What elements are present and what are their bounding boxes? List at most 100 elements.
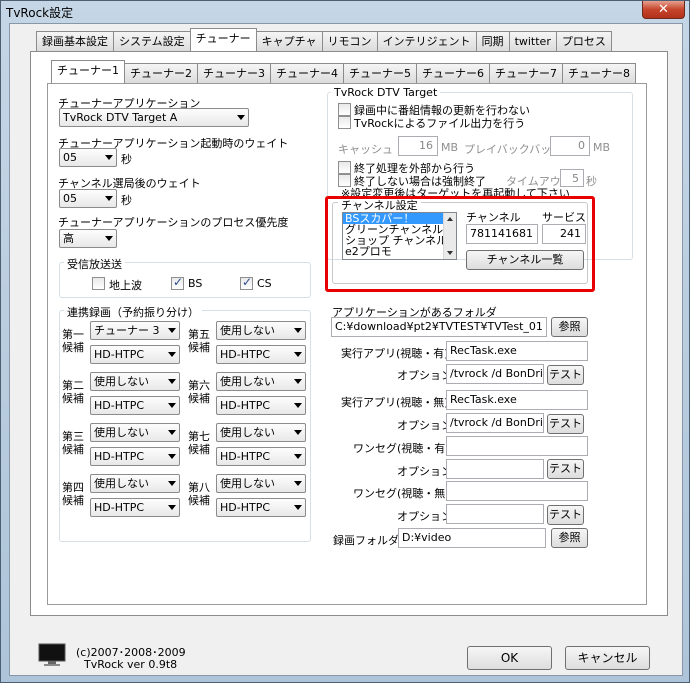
candidate-5-label: 第五 候補	[188, 328, 210, 354]
candidate-4-label-line1: 第四	[62, 481, 84, 494]
chevron-down-icon	[294, 352, 302, 357]
priority-select[interactable]: 高	[59, 229, 117, 248]
oneseg-view-option-field[interactable]	[446, 459, 544, 479]
candidate-7-label-line2: 候補	[188, 443, 210, 456]
oneseg-noview-option-label: オプション	[397, 510, 452, 523]
candidate-1-tuner-select[interactable]: チューナー 3	[90, 321, 180, 340]
candidate-3-label-line2: 候補	[62, 443, 84, 456]
oneseg-view-option-label: オプション	[397, 465, 452, 478]
tab-tuner-5[interactable]: チューナー5	[343, 63, 417, 83]
chevron-down-icon	[294, 505, 302, 510]
candidate-8-device-select[interactable]: HD-HTPC	[216, 498, 306, 517]
oneseg-view-test-button[interactable]: テスト	[547, 459, 584, 479]
tab-twitter[interactable]: twitter	[508, 31, 557, 51]
candidate-3-tuner-select[interactable]: 使用しない	[90, 423, 180, 442]
dtv-target-title: TvRock DTV Target	[331, 86, 441, 99]
tab-remote[interactable]: リモコン	[321, 31, 378, 51]
option-view-label: オプション	[397, 369, 452, 382]
candidate-7-device-select[interactable]: HD-HTPC	[216, 447, 306, 466]
tab-tuner[interactable]: チューナー	[189, 28, 257, 51]
startup-wait-value: 05	[63, 151, 77, 164]
tab-sync[interactable]: 同期	[475, 31, 510, 51]
external-end-checkbox[interactable]	[338, 161, 351, 174]
candidate-1-device-select[interactable]: HD-HTPC	[90, 345, 180, 364]
chevron-down-icon	[237, 115, 245, 120]
oneseg-noview-option-field[interactable]	[446, 504, 544, 524]
tab-recording-basic[interactable]: 録画基本設定	[36, 31, 114, 51]
candidate-1-device-value: HD-HTPC	[94, 348, 145, 361]
tab-tuner-7[interactable]: チューナー7	[489, 63, 563, 83]
rec-folder-label: 録画フォルダ	[333, 534, 399, 547]
startup-wait-select[interactable]: 05	[59, 148, 117, 167]
channel-wait-select[interactable]: 05	[59, 189, 117, 208]
tab-capture[interactable]: キャプチャ	[255, 31, 323, 51]
option-view-test-button[interactable]: テスト	[547, 365, 584, 385]
candidate-7-label-line1: 第七	[188, 430, 210, 443]
cancel-button[interactable]: キャンセル	[565, 646, 650, 670]
candidate-6-tuner-select[interactable]: 使用しない	[216, 372, 306, 391]
title-bar[interactable]: TvRock設定 ✕	[1, 1, 689, 23]
candidate-5-device-select[interactable]: HD-HTPC	[216, 345, 306, 364]
option-view-field[interactable]: /tvrock /d BonDriv	[446, 364, 544, 384]
tuner-1-page: チューナーアプリケーション TvRock DTV Target A チューナーア…	[47, 83, 647, 605]
timeout-unit: 秒	[586, 175, 597, 188]
cache-field[interactable]: 16	[398, 136, 438, 156]
chevron-down-icon	[168, 328, 176, 333]
ok-button[interactable]: OK	[467, 646, 552, 670]
candidate-7-label: 第七 候補	[188, 430, 210, 456]
candidate-1-label-line2: 候補	[62, 341, 84, 354]
oneseg-noview-field[interactable]	[446, 481, 588, 501]
tab-intelligent[interactable]: インテリジェント	[376, 31, 477, 51]
app-folder-browse-button[interactable]: 参照	[551, 317, 588, 337]
candidate-4-device-select[interactable]: HD-HTPC	[90, 498, 180, 517]
app-folder-field[interactable]: C:¥download¥pt2¥TVTEST¥TVTest_01	[331, 317, 547, 337]
candidate-5-tuner-value: 使用しない	[220, 324, 275, 337]
version-text: TvRock ver 0.9t8	[84, 658, 178, 671]
candidate-6-label-line1: 第六	[188, 379, 210, 392]
candidate-3-device-select[interactable]: HD-HTPC	[90, 447, 180, 466]
candidate-5-label-line1: 第五	[188, 328, 210, 341]
tab-system[interactable]: システム設定	[113, 31, 191, 51]
tab-tuner-2[interactable]: チューナー2	[124, 63, 198, 83]
terrestrial-checkbox[interactable]	[92, 277, 105, 290]
candidate-8-tuner-select[interactable]: 使用しない	[216, 474, 306, 493]
tab-tuner-6[interactable]: チューナー6	[416, 63, 490, 83]
candidate-2-tuner-select[interactable]: 使用しない	[90, 372, 180, 391]
rec-folder-browse-button[interactable]: 参照	[551, 528, 588, 548]
bs-checkbox[interactable]	[171, 275, 184, 290]
candidate-4-tuner-select[interactable]: 使用しない	[90, 474, 180, 493]
candidate-7-tuner-select[interactable]: 使用しない	[216, 423, 306, 442]
tab-tuner-1[interactable]: チューナー1	[51, 60, 125, 83]
playback-buffer-field[interactable]: 0	[550, 136, 590, 156]
exec-noview-field[interactable]: RecTask.exe	[446, 390, 588, 410]
candidate-5-tuner-select[interactable]: 使用しない	[216, 321, 306, 340]
candidate-8-label-line2: 候補	[188, 494, 210, 507]
oneseg-noview-test-button[interactable]: テスト	[547, 505, 584, 525]
channel-wait-value: 05	[63, 192, 77, 205]
candidate-8-tuner-value: 使用しない	[220, 477, 275, 490]
candidate-2-device-select[interactable]: HD-HTPC	[90, 396, 180, 415]
candidate-4-label: 第四 候補	[62, 481, 84, 507]
tab-process[interactable]: プロセス	[555, 31, 612, 51]
file-output-checkbox[interactable]	[338, 116, 351, 129]
tab-tuner-3[interactable]: チューナー3	[197, 63, 271, 83]
candidate-3-label-line1: 第三	[62, 430, 84, 443]
priority-value: 高	[63, 232, 74, 245]
tab-tuner-4[interactable]: チューナー4	[270, 63, 344, 83]
candidate-8-device-value: HD-HTPC	[220, 501, 271, 514]
tab-tuner-8[interactable]: チューナー8	[562, 63, 636, 83]
candidate-3-device-value: HD-HTPC	[94, 450, 145, 463]
option-noview-field[interactable]: /tvrock /d BonDriv	[446, 413, 544, 433]
candidate-6-device-select[interactable]: HD-HTPC	[216, 396, 306, 415]
cs-checkbox[interactable]	[240, 275, 253, 290]
tuner-app-select[interactable]: TvRock DTV Target A	[59, 108, 249, 127]
exec-view-field[interactable]: RecTask.exe	[446, 341, 588, 361]
oneseg-noview-label: ワンセグ(視聴・無)	[353, 487, 450, 500]
option-noview-test-button[interactable]: テスト	[547, 414, 584, 434]
oneseg-view-label: ワンセグ(視聴・有)	[353, 442, 450, 455]
oneseg-view-field[interactable]	[446, 436, 588, 456]
rec-folder-field[interactable]: D:¥video	[398, 528, 546, 548]
chevron-down-icon	[294, 481, 302, 486]
no-update-checkbox[interactable]	[338, 103, 351, 116]
close-button[interactable]: ✕	[642, 1, 685, 19]
